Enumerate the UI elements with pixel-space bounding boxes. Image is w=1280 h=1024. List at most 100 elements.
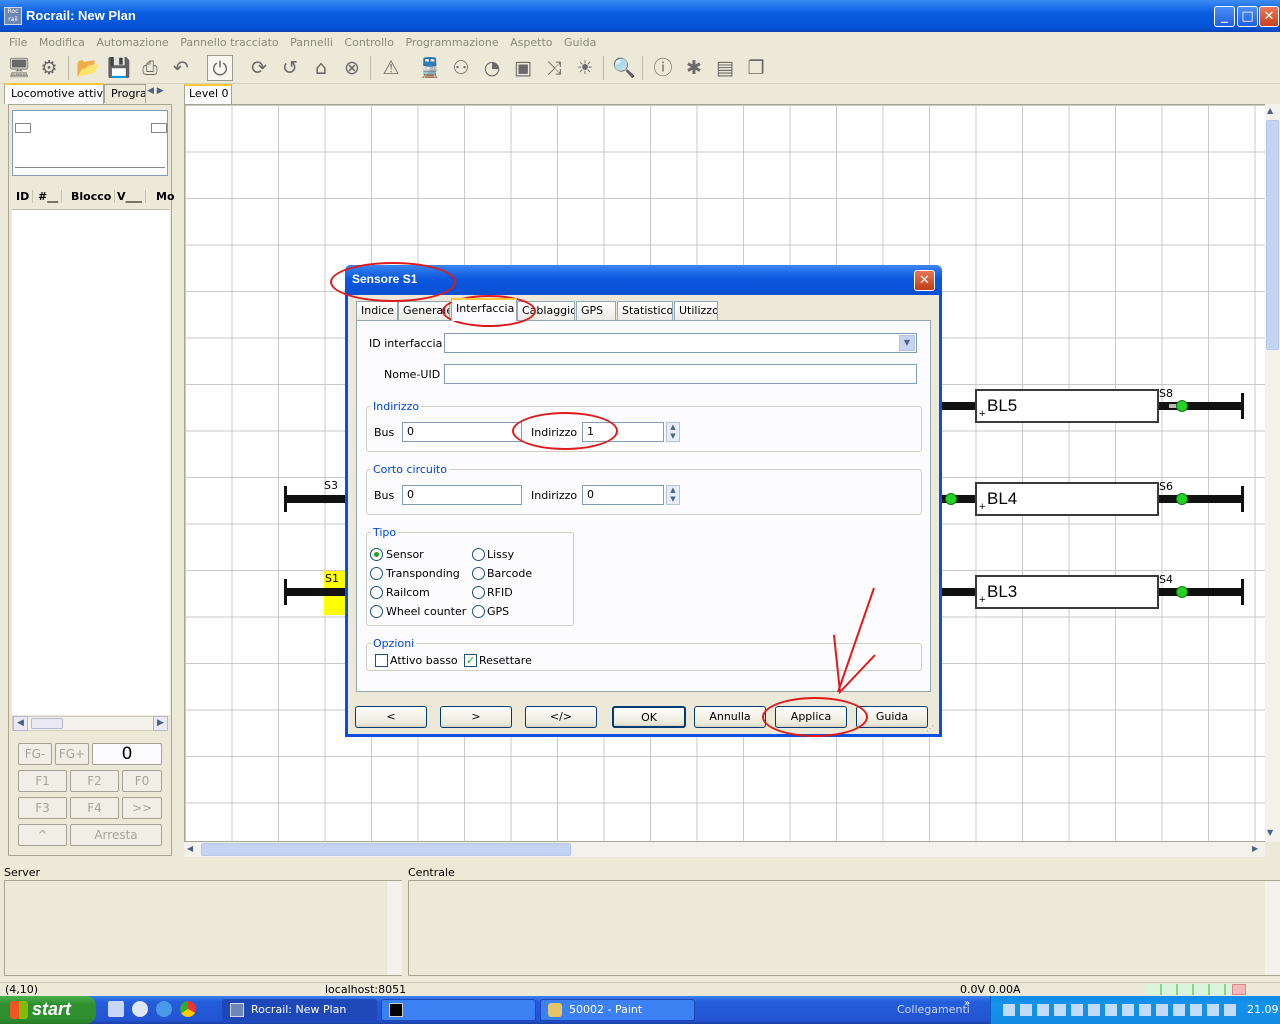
f4-button[interactable]: F4: [70, 797, 119, 819]
blocks-icon[interactable]: ▣: [510, 55, 536, 81]
tray-icons[interactable]: [1003, 1004, 1239, 1016]
menu-pannelli[interactable]: Pannelli: [286, 36, 337, 50]
column-number[interactable]: #__: [38, 190, 63, 203]
scroll-thumb[interactable]: [201, 843, 571, 856]
train-icon[interactable]: 🚆: [417, 55, 443, 81]
block-bl4[interactable]: BL4 +: [975, 482, 1159, 516]
menu-programmazione[interactable]: Programmazione: [401, 36, 502, 50]
pages-icon[interactable]: ❐: [743, 55, 769, 81]
column-blocco[interactable]: Blocco: [71, 190, 116, 203]
document-icon[interactable]: ▤: [712, 55, 738, 81]
minimize-button[interactable]: _: [1214, 6, 1235, 27]
links-toolbar[interactable]: Collegamenti: [897, 1003, 970, 1016]
more-functions-button[interactable]: >>: [122, 797, 162, 819]
next-button[interactable]: >: [440, 706, 512, 728]
indirizzo-stepper[interactable]: ▲ ▼: [666, 422, 680, 442]
reset-icon[interactable]: ↺: [277, 55, 303, 81]
bug-icon[interactable]: ✱: [681, 55, 707, 81]
maximize-button[interactable]: □: [1237, 6, 1258, 27]
radio-barcode[interactable]: [472, 567, 485, 580]
scroll-up-icon[interactable]: ▲: [1267, 106, 1273, 115]
save-icon[interactable]: 💾: [106, 55, 132, 81]
menu-modifica[interactable]: Modifica: [35, 36, 89, 50]
power-icon[interactable]: ⏻: [207, 55, 233, 81]
scroll-thumb[interactable]: [1266, 120, 1279, 350]
f0-button[interactable]: F0: [122, 770, 162, 792]
shuffle-icon[interactable]: ⤨: [541, 55, 567, 81]
cancel-circle-icon[interactable]: ⊗: [339, 55, 365, 81]
cc-indirizzo-stepper[interactable]: ▲ ▼: [666, 485, 680, 505]
direction-button[interactable]: ^: [18, 824, 67, 846]
tab-gps[interactable]: GPS: [576, 301, 616, 320]
scroll-left-icon[interactable]: ◀: [13, 716, 28, 731]
menu-pannello-tracciato[interactable]: Pannello tracciato: [176, 36, 282, 50]
prev-button[interactable]: <: [355, 706, 427, 728]
menu-aspetto[interactable]: Aspetto: [506, 36, 556, 50]
tab-statistico[interactable]: Statistico: [617, 301, 673, 320]
nome-uid-input[interactable]: [444, 364, 917, 384]
column-v[interactable]: V___: [117, 190, 147, 203]
sensor-indicator[interactable]: [945, 493, 957, 505]
plan-vscrollbar[interactable]: ▲ ▼: [1265, 104, 1280, 842]
bus-input[interactable]: 0: [402, 422, 522, 442]
cc-indirizzo-input[interactable]: 0: [582, 485, 664, 505]
loco-table-hscrollbar[interactable]: ◀ ▶: [12, 716, 168, 731]
radio-sensor[interactable]: [370, 548, 383, 561]
print-icon[interactable]: ⎙: [137, 55, 163, 81]
warning-icon[interactable]: ⚠: [378, 55, 404, 81]
sync-icon[interactable]: ⟳: [246, 55, 272, 81]
sensor-s4-indicator[interactable]: [1176, 586, 1188, 598]
radio-gps[interactable]: [472, 605, 485, 618]
tab-scroll-arrows-icon[interactable]: ◀ ▶: [147, 86, 175, 100]
quicklaunch-media-icon[interactable]: [132, 1001, 148, 1017]
zoom-icon[interactable]: 🔍: [611, 55, 637, 81]
chevron-down-icon[interactable]: ▼: [899, 335, 915, 351]
attivo-basso-checkbox[interactable]: [375, 654, 388, 667]
resize-grip-icon[interactable]: ⋰: [926, 724, 934, 733]
chevron-right-icon[interactable]: »: [964, 998, 970, 1009]
close-button[interactable]: ✕: [1259, 6, 1279, 27]
menu-file[interactable]: File: [5, 36, 31, 50]
speedometer-icon[interactable]: ◔: [479, 55, 505, 81]
throttle-icon[interactable]: ⚇: [448, 55, 474, 81]
column-mode[interactable]: Mo: [156, 190, 178, 203]
open-folder-icon[interactable]: 📂: [75, 55, 101, 81]
ok-button[interactable]: OK: [612, 706, 686, 728]
radio-wheel-counter[interactable]: [370, 605, 383, 618]
block-bl5[interactable]: BL5 +: [975, 389, 1159, 423]
tab-programmazione[interactable]: Prograr: [104, 84, 146, 103]
menu-automazione[interactable]: Automazione: [92, 36, 172, 50]
f3-button[interactable]: F3: [18, 797, 67, 819]
scroll-left-icon[interactable]: ◀: [187, 844, 193, 853]
tab-interfaccia[interactable]: Interfaccia: [451, 298, 517, 321]
scroll-thumb[interactable]: [31, 718, 63, 729]
light-icon[interactable]: ☀: [572, 55, 598, 81]
sensor-s6-indicator[interactable]: [1176, 493, 1188, 505]
quicklaunch-explorer-icon[interactable]: [108, 1001, 124, 1017]
server-log[interactable]: [4, 880, 402, 976]
plan-hscrollbar[interactable]: ◀ ▶: [184, 842, 1265, 857]
task-paint[interactable]: 50002 - Paint: [540, 999, 695, 1021]
menu-guida[interactable]: Guida: [560, 36, 600, 50]
radio-railcom[interactable]: [370, 586, 383, 599]
dialog-close-button[interactable]: ✕: [914, 270, 935, 291]
centrale-log[interactable]: [408, 880, 1280, 976]
loco-table[interactable]: [12, 210, 170, 715]
task-rocrail[interactable]: Rocrail: New Plan: [222, 999, 377, 1021]
scroll-right-icon[interactable]: ▶: [153, 716, 168, 731]
block-bl3[interactable]: BL3 +: [975, 575, 1159, 609]
xml-button[interactable]: </>: [525, 706, 597, 728]
tab-utilizzo[interactable]: Utilizzo: [674, 301, 718, 320]
id-interfaccia-select[interactable]: [444, 333, 917, 353]
menu-controllo[interactable]: Controllo: [340, 36, 398, 50]
fg-minus-button[interactable]: FG-: [18, 743, 52, 765]
home-icon[interactable]: ⌂: [308, 55, 334, 81]
tab-indice[interactable]: Indice: [356, 301, 398, 320]
cc-bus-input[interactable]: 0: [402, 485, 522, 505]
undo-icon[interactable]: ↶: [168, 55, 194, 81]
info-icon[interactable]: ⓘ: [650, 55, 676, 81]
scroll-right-icon[interactable]: ▶: [1252, 844, 1258, 853]
scroll-down-icon[interactable]: ▼: [1267, 828, 1273, 837]
quicklaunch-ie-icon[interactable]: [156, 1001, 172, 1017]
stop-button[interactable]: Arresta: [70, 824, 162, 846]
